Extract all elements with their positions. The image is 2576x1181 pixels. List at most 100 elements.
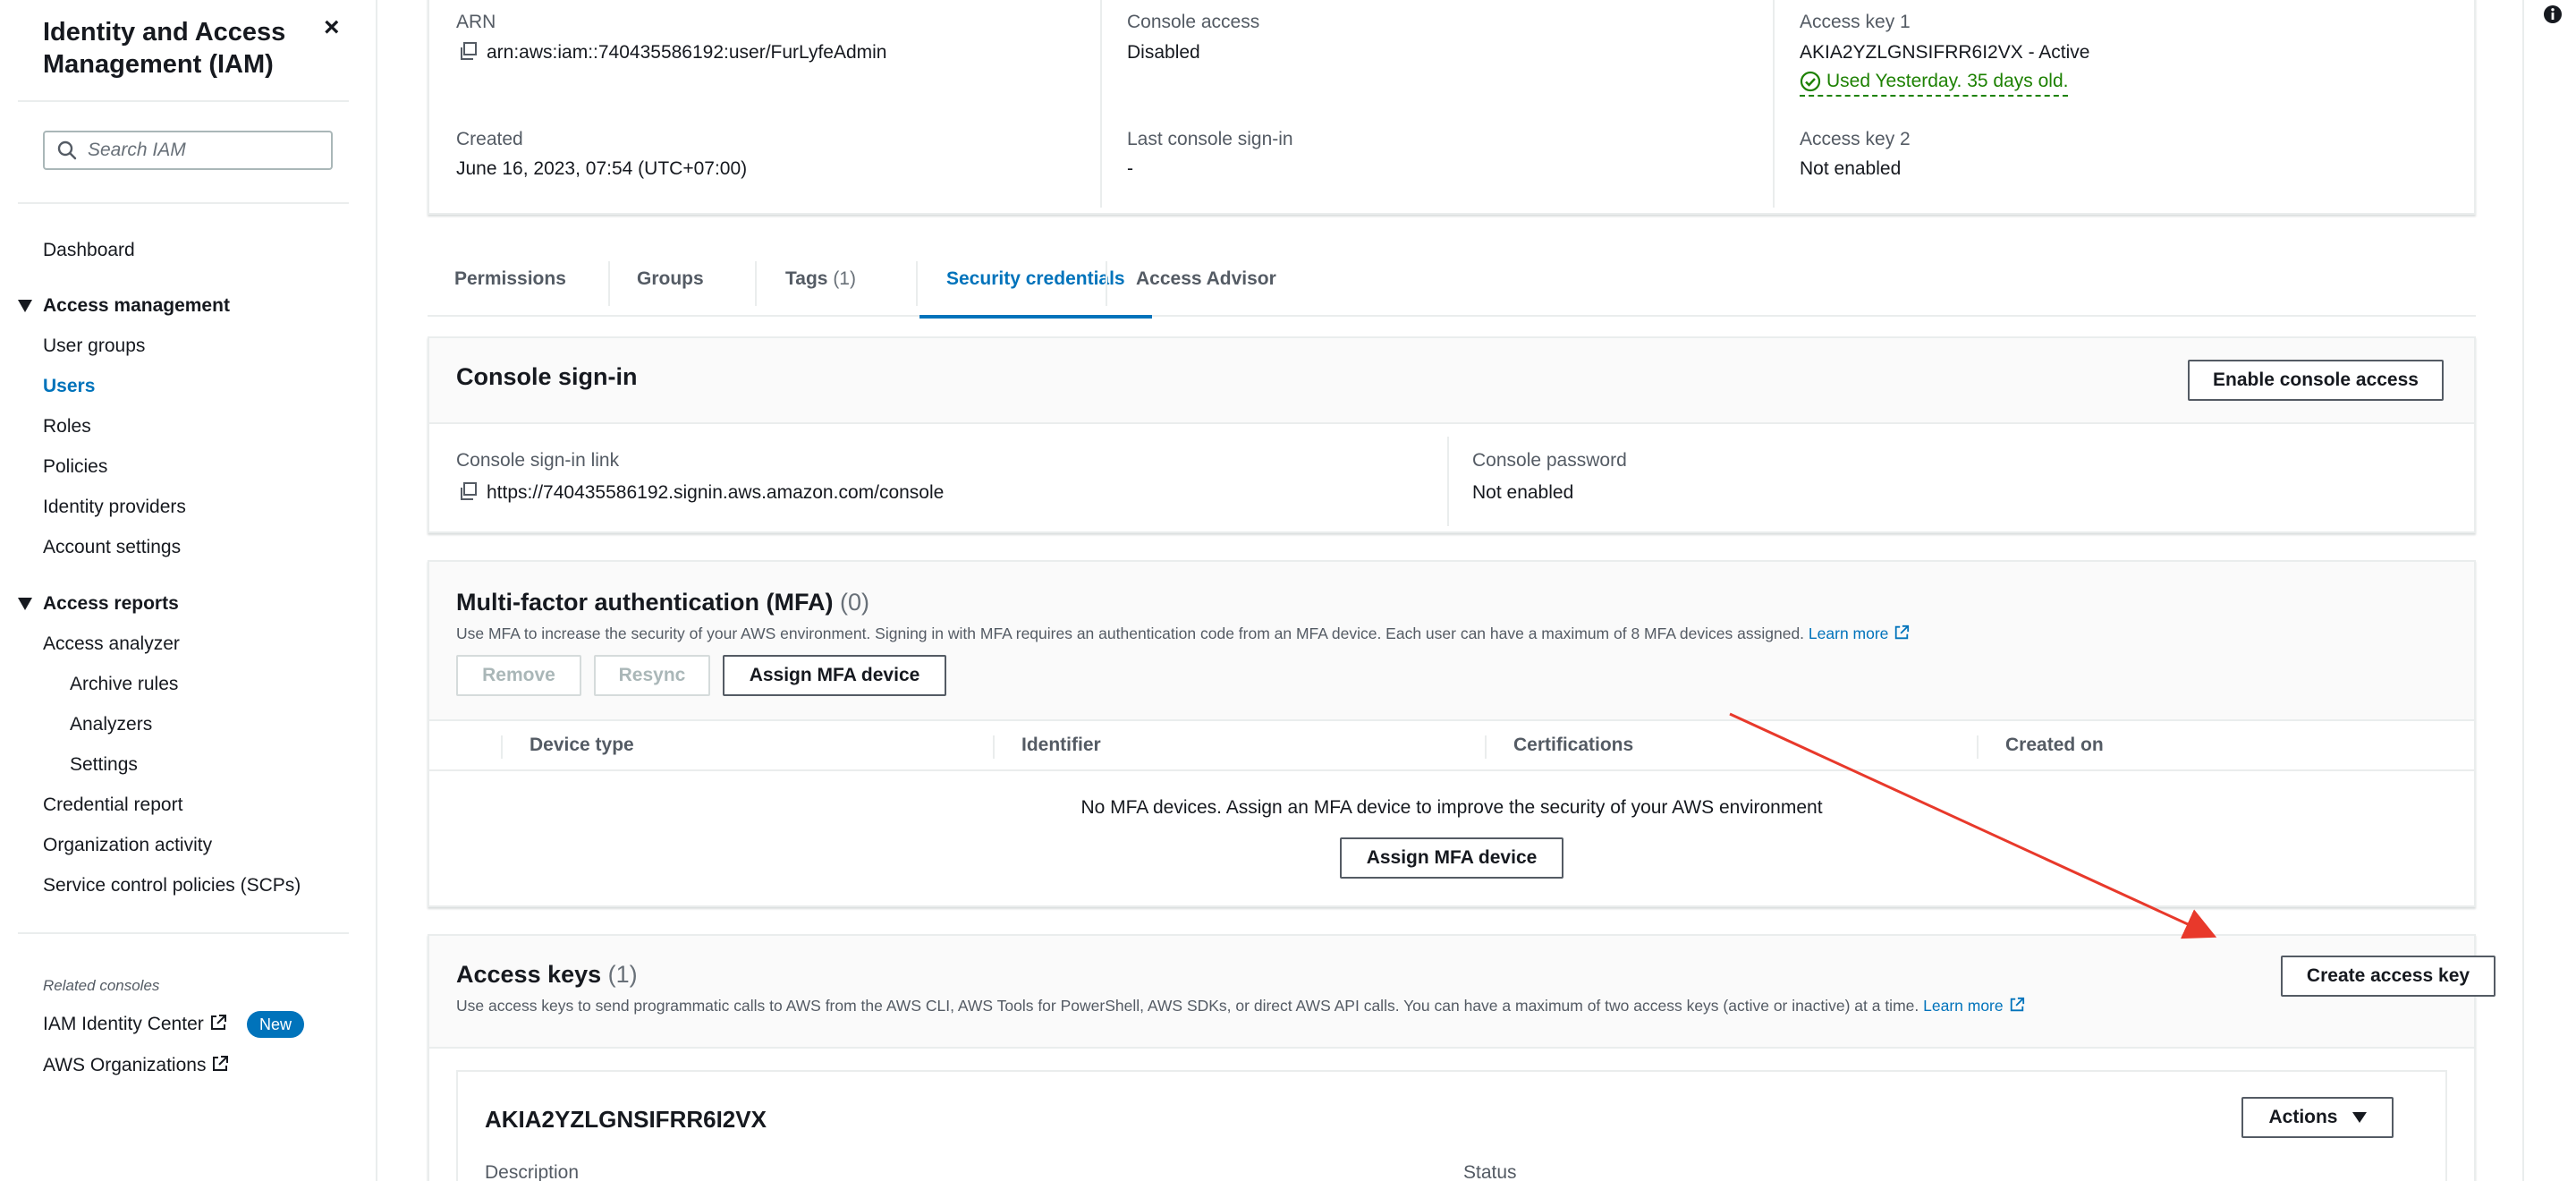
access-keys-description: Use access keys to send programmatic cal… — [456, 997, 2025, 1015]
sidebar-item-dashboard[interactable]: Dashboard — [43, 239, 135, 262]
close-icon[interactable]: × — [324, 14, 340, 41]
column-divider — [1977, 735, 1979, 759]
sidebar-item-policies[interactable]: Policies — [43, 455, 107, 479]
sidebar-section-access-reports[interactable]: Access reports — [18, 592, 179, 616]
last-signin-value: - — [1127, 158, 1133, 179]
tab-groups[interactable]: Groups — [637, 254, 704, 317]
check-circle-icon — [1800, 71, 1821, 92]
actions-button[interactable]: Actions — [2241, 1097, 2394, 1138]
sidebar-item-roles[interactable]: Roles — [43, 415, 91, 438]
copy-icon[interactable] — [458, 41, 478, 61]
created-label: Created — [456, 129, 523, 149]
sidebar: Identity and Access Management (IAM) × D… — [0, 0, 377, 1181]
tab-security-credentials[interactable]: Security credentials — [919, 254, 1152, 319]
mfa-learn-more-link[interactable]: Learn more — [1809, 624, 1911, 642]
created-value: June 16, 2023, 07:54 (UTC+07:00) — [456, 158, 748, 179]
console-access-label: Console access — [1127, 12, 1260, 32]
divider — [18, 202, 349, 204]
scroll-gutter — [2522, 0, 2524, 1181]
new-badge: New — [247, 1011, 305, 1038]
sidebar-item-access-analyzer[interactable]: Access analyzer — [43, 633, 180, 656]
tab-divider — [916, 261, 918, 306]
search-box[interactable] — [43, 131, 333, 170]
mfa-description: Use MFA to increase the security of your… — [456, 624, 1910, 643]
sidebar-item-analyzers[interactable]: Analyzers — [70, 713, 152, 736]
access-key-1-label: Access key 1 — [1800, 12, 1911, 32]
column-divider — [501, 735, 503, 759]
last-signin-label: Last console sign-in — [1127, 129, 1293, 149]
external-link-icon — [1895, 624, 1910, 640]
console-signin-title: Console sign-in — [456, 363, 638, 390]
tab-label: Security credentials — [946, 268, 1125, 289]
signin-link-text: https://740435586192.signin.aws.amazon.c… — [487, 482, 945, 503]
console-access-value: Disabled — [1127, 42, 1200, 63]
mfa-empty-message: No MFA devices. Assign an MFA device to … — [1080, 797, 1823, 818]
arn-text: arn:aws:iam::740435586192:user/FurLyfeAd… — [487, 42, 887, 63]
sidebar-item-identity-providers[interactable]: Identity providers — [43, 496, 186, 519]
access-key-1-value: AKIA2YZLGNSIFRR6I2VX - Active — [1800, 42, 2090, 63]
column-certifications[interactable]: Certifications — [1513, 735, 1633, 756]
tab-bar: Permissions Groups Tags (1) Security cre… — [428, 254, 2476, 319]
summary-col-3: Access key 1 AKIA2YZLGNSIFRR6I2VX - Acti… — [1773, 0, 2474, 208]
tab-access-advisor[interactable]: Access Advisor — [1136, 254, 1276, 317]
access-keys-learn-more-link[interactable]: Learn more — [1923, 997, 2025, 1015]
sidebar-item-archive-rules[interactable]: Archive rules — [70, 673, 178, 696]
resync-mfa-button[interactable]: Resync — [594, 655, 710, 696]
user-summary: ARN arn:aws:iam::740435586192:user/FurLy… — [428, 0, 2476, 215]
access-keys-panel: Access keys (1) Use access keys to send … — [428, 934, 2496, 1181]
mfa-panel: Multi-factor authentication (MFA) (0) Us… — [428, 560, 2476, 907]
console-password-value: Not enabled — [1472, 482, 1574, 503]
tab-divider — [755, 261, 757, 306]
assign-mfa-device-empty-button[interactable]: Assign MFA device — [1340, 837, 1563, 879]
assign-mfa-device-button[interactable]: Assign MFA device — [723, 655, 946, 696]
signin-link-label: Console sign-in link — [456, 450, 620, 471]
create-access-key-button[interactable]: Create access key — [2281, 956, 2496, 997]
sidebar-title: Identity and Access Management (IAM) — [43, 18, 286, 79]
tab-permissions[interactable]: Permissions — [454, 254, 566, 317]
sidebar-section-access-management[interactable]: Access management — [18, 294, 230, 318]
tab-tags[interactable]: Tags (1) — [785, 254, 856, 317]
sidebar-item-account-settings[interactable]: Account settings — [43, 536, 181, 559]
access-key-1-used[interactable]: Used Yesterday. 35 days old. — [1800, 70, 2069, 97]
section-label: Access management — [43, 295, 230, 316]
info-icon[interactable] — [2542, 4, 2563, 25]
sidebar-item-organization-activity[interactable]: Organization activity — [43, 834, 212, 857]
search-input[interactable] — [88, 140, 311, 161]
sidebar-item-credential-report[interactable]: Credential report — [43, 794, 182, 817]
arn-label: ARN — [456, 12, 496, 32]
panel-header: Access keys (1) Use access keys to send … — [429, 936, 2496, 1049]
tab-divider — [1106, 261, 1107, 306]
caret-down-icon — [18, 598, 32, 610]
sidebar-item-iam-identity-center[interactable]: IAM Identity Center — [43, 1013, 227, 1036]
caret-down-icon — [18, 300, 32, 312]
related-consoles-label: Related consoles — [43, 977, 160, 994]
learn-more-label: Learn more — [1923, 997, 2004, 1015]
tab-label: Tags — [785, 268, 828, 289]
access-key-id: AKIA2YZLGNSIFRR6I2VX — [485, 1106, 767, 1133]
sidebar-item-scps[interactable]: Service control policies (SCPs) — [43, 874, 301, 897]
tab-label: Access Advisor — [1136, 268, 1276, 289]
copy-icon[interactable] — [458, 481, 478, 501]
link-label: AWS Organizations — [43, 1055, 207, 1075]
divider — [18, 100, 349, 102]
tab-count: (1) — [833, 268, 856, 289]
description-label: Description — [485, 1162, 580, 1181]
search-icon — [57, 140, 77, 160]
sidebar-item-settings[interactable]: Settings — [70, 753, 138, 777]
divider — [18, 932, 349, 934]
enable-console-access-button[interactable]: Enable console access — [2188, 360, 2444, 401]
access-keys-title-text: Access keys — [456, 961, 602, 988]
link-label: IAM Identity Center — [43, 1014, 204, 1034]
sidebar-item-aws-organizations[interactable]: AWS Organizations — [43, 1054, 229, 1077]
summary-col-1: ARN arn:aws:iam::740435586192:user/FurLy… — [429, 0, 1100, 208]
sidebar-item-users[interactable]: Users — [43, 375, 95, 398]
signin-link-value: https://740435586192.signin.aws.amazon.c… — [458, 481, 944, 505]
sidebar-item-user-groups[interactable]: User groups — [43, 335, 145, 358]
caret-down-icon — [2351, 1112, 2367, 1123]
column-identifier[interactable]: Identifier — [1021, 735, 1101, 756]
column-device-type[interactable]: Device type — [530, 735, 634, 756]
remove-mfa-button[interactable]: Remove — [456, 655, 581, 696]
access-keys-description-text: Use access keys to send programmatic cal… — [456, 997, 1919, 1015]
column-created-on[interactable]: Created on — [2005, 735, 2104, 756]
section-label: Access reports — [43, 593, 179, 614]
